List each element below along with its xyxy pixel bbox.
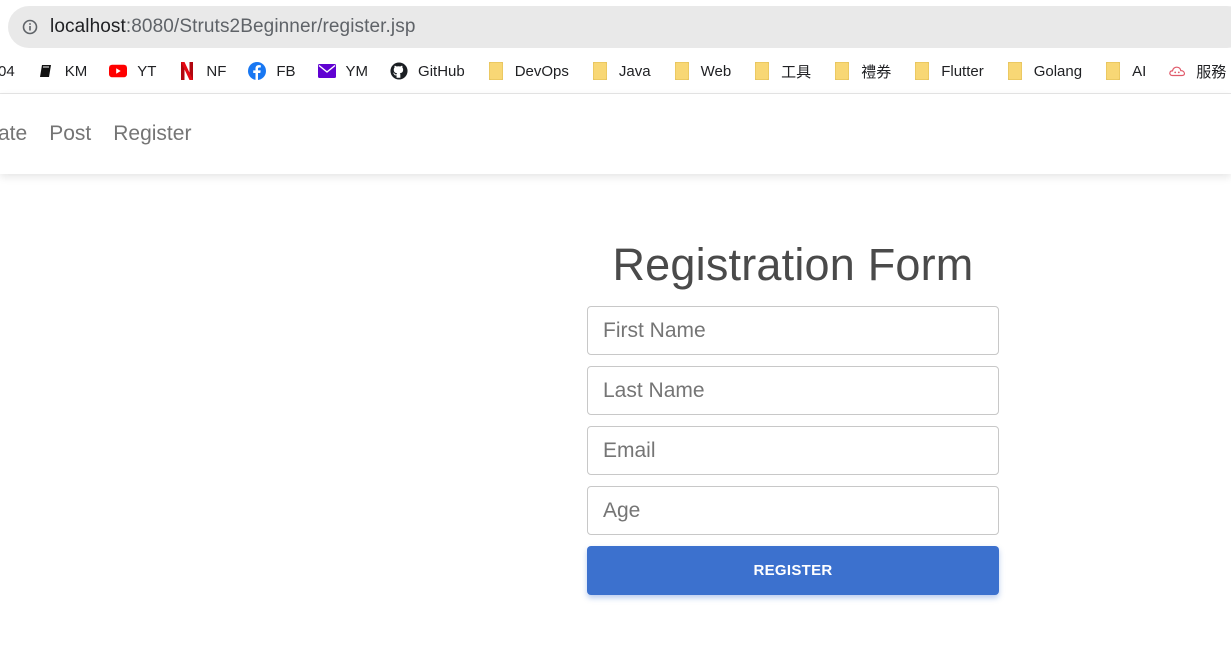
youtube-icon <box>109 62 128 80</box>
url-host: localhost <box>50 16 126 37</box>
address-bar[interactable]: localhost:8080/Struts2Beginner/register.… <box>8 6 1231 48</box>
bookmark-folder-devops[interactable]: DevOps <box>487 62 569 80</box>
bookmark-github[interactable]: GitHub <box>390 62 465 80</box>
bookmark-folder-flutter[interactable]: Flutter <box>913 62 984 80</box>
bookmark-folder-web[interactable]: Web <box>673 62 732 80</box>
nav-link-post[interactable]: Post <box>49 122 91 146</box>
bookmarks-bar: 04 KM YT NF FB YM GitHub DevOps Java Web… <box>0 55 1231 87</box>
nav-link-update[interactable]: ate <box>0 122 27 146</box>
url-text[interactable]: localhost:8080/Struts2Beginner/register.… <box>50 16 416 38</box>
bookmark-label: Web <box>700 62 732 80</box>
app-navbar: ate Post Register <box>0 94 1231 174</box>
bookmark-nf[interactable]: NF <box>178 62 226 80</box>
bookmark-folder-ai[interactable]: AI <box>1104 62 1146 80</box>
bookmark-label: 禮券 <box>861 63 892 81</box>
mail-icon <box>317 62 336 80</box>
bookmark-folder-java[interactable]: Java <box>591 62 651 80</box>
bookmark-label: Golang <box>1033 62 1083 80</box>
bookmark-yt[interactable]: YT <box>109 62 156 80</box>
bookmark-folder-tools[interactable]: 工具 <box>753 61 811 82</box>
age-input[interactable] <box>587 486 999 535</box>
info-icon[interactable] <box>22 19 38 35</box>
bookmark-label: YM <box>345 62 369 80</box>
bookmark-label: KM <box>64 62 88 80</box>
bookmark-04[interactable]: 04 <box>0 63 15 80</box>
folder-icon <box>1006 62 1024 80</box>
last-name-input[interactable] <box>587 366 999 415</box>
bookmark-label: AI <box>1132 62 1147 80</box>
register-button[interactable]: REGISTER <box>587 546 999 595</box>
browser-chrome: localhost:8080/Struts2Beginner/register.… <box>0 0 1231 94</box>
folder-icon <box>753 62 771 80</box>
bookmark-fb[interactable]: FB <box>248 62 296 80</box>
bookmark-label: 服務 <box>1196 63 1227 81</box>
registration-form: Registration Form REGISTER <box>587 240 999 595</box>
folder-icon <box>1104 62 1122 80</box>
nav-link-register[interactable]: Register <box>113 122 191 146</box>
github-icon <box>390 62 408 80</box>
bookmark-label: 04 <box>0 62 15 80</box>
bookmark-label: Java <box>618 62 651 80</box>
form-title: Registration Form <box>612 239 974 290</box>
bookmark-label: Flutter <box>941 62 984 80</box>
folder-icon <box>913 62 931 80</box>
first-name-input[interactable] <box>587 306 999 355</box>
book-icon <box>37 62 55 80</box>
bookmark-label: NF <box>206 62 227 80</box>
email-input[interactable] <box>587 426 999 475</box>
bookmark-label: 工具 <box>781 63 812 81</box>
bookmark-ym[interactable]: YM <box>317 62 369 80</box>
folder-icon <box>833 62 851 80</box>
cloud-icon <box>1168 62 1186 80</box>
bookmark-label: FB <box>276 62 296 80</box>
facebook-icon <box>248 62 267 80</box>
bookmark-label: DevOps <box>514 62 569 80</box>
folder-icon <box>591 62 609 80</box>
folder-icon <box>673 62 691 80</box>
bookmark-label: GitHub <box>418 62 465 80</box>
folder-icon <box>487 62 505 80</box>
bookmark-folder-golang[interactable]: Golang <box>1006 62 1082 80</box>
bookmark-label: YT <box>137 62 157 80</box>
bookmark-folder-vouchers[interactable]: 禮券 <box>833 61 891 82</box>
netflix-icon <box>178 62 196 80</box>
bookmark-services[interactable]: 服務 <box>1168 61 1226 82</box>
bookmark-km[interactable]: KM <box>37 62 88 80</box>
url-path: :8080/Struts2Beginner/register.jsp <box>125 16 416 37</box>
